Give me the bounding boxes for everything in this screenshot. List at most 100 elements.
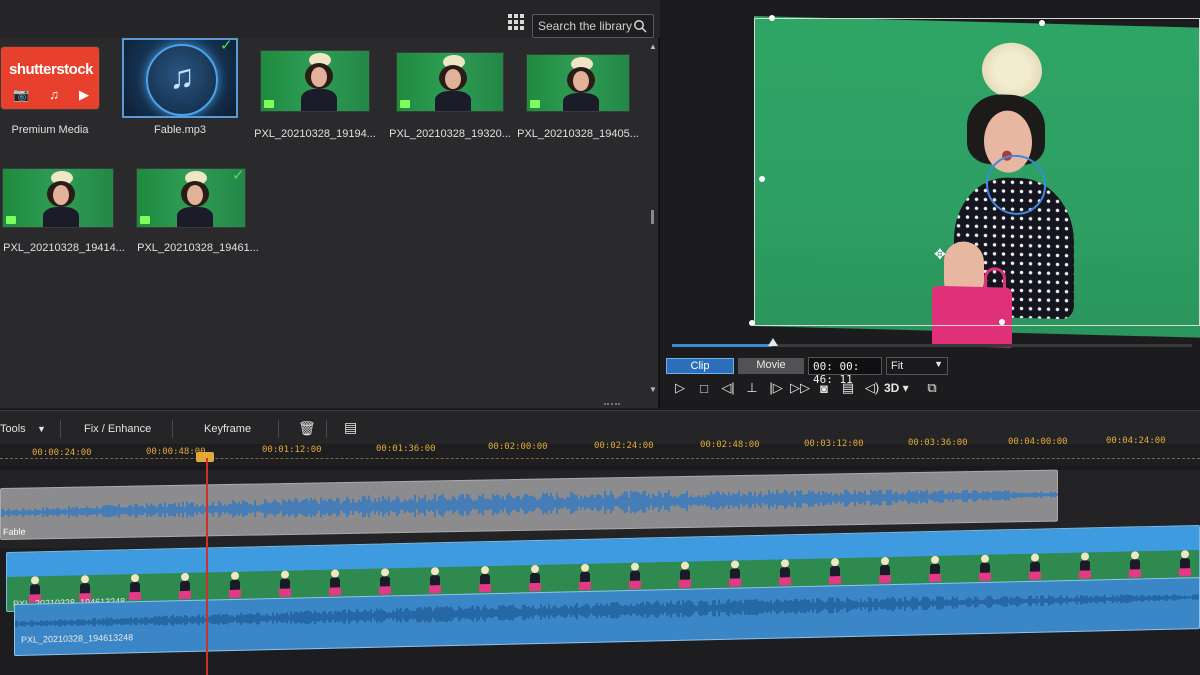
play-icon: ▶: [79, 87, 89, 102]
grid-view-icon[interactable]: [508, 14, 524, 30]
resize-handle[interactable]: [749, 320, 755, 326]
ruler-tick: 00:02:24:00: [594, 441, 654, 451]
audio-clip-label: Fable: [3, 526, 26, 537]
resize-handle[interactable]: [999, 319, 1005, 325]
person-graphic: [561, 57, 601, 111]
split-icon[interactable]: ⊥: [740, 380, 764, 396]
snapshot-camera-icon[interactable]: ◙: [812, 381, 836, 396]
library-item-label: PXL_20210328_19320...: [389, 128, 511, 140]
timeline-ruler[interactable]: 00:00:24:00 00:00:48:00 00:01:12:00 00:0…: [0, 436, 1200, 466]
playhead-line[interactable]: [206, 458, 208, 675]
resize-handle[interactable]: [759, 176, 765, 182]
stop-icon[interactable]: □: [692, 381, 716, 396]
filmstrip-frame: [179, 572, 191, 603]
edit-list-icon[interactable]: ▤: [344, 419, 357, 436]
timecode-display[interactable]: 00: 00: 46: 11: [808, 357, 882, 386]
filmstrip-frame: [929, 555, 941, 586]
filmstrip-frame: [479, 566, 491, 596]
previous-frame-icon[interactable]: ◁|: [716, 380, 740, 396]
subtitles-icon[interactable]: ▤: [836, 380, 860, 396]
library-item-label: PXL_20210328_19405...: [517, 128, 639, 140]
music-note-icon: ♫: [169, 58, 195, 96]
preview-mode-row: Clip Movie 00: 00: 46: 11 Fit ▼: [662, 356, 1200, 386]
person-graphic: [433, 55, 473, 111]
checkmark-icon: ✓: [232, 167, 245, 184]
zoom-fit-select[interactable]: Fit ▼: [886, 357, 948, 375]
undock-icon[interactable]: ⧉: [920, 380, 944, 396]
video-thumbnail: [136, 168, 246, 228]
shutterstock-thumbnail: shutterstock 📷 ♫ ▶: [0, 46, 100, 110]
video-clip-badge-icon: [400, 100, 410, 108]
filmstrip-frame: [1029, 553, 1041, 584]
ruler-tick: 00:00:24:00: [32, 448, 92, 458]
movie-mode-button[interactable]: Movie: [738, 358, 804, 374]
scroll-down-arrow-icon[interactable]: ▼: [649, 385, 657, 394]
keyframe-button[interactable]: Keyframe: [204, 423, 251, 435]
filmstrip-frame: [979, 554, 991, 585]
video-clip-badge-icon: [264, 100, 274, 108]
person-graphic: [299, 53, 339, 111]
ruler-tick: 00:02:00:00: [488, 442, 548, 452]
library-scrollbar[interactable]: ▲ ▼: [648, 40, 658, 395]
ruler-tick: 00:04:24:00: [1106, 436, 1166, 446]
media-library-panel: Search the library ▲ ▼ shutterstock 📷 ♫ …: [0, 0, 660, 408]
play-icon[interactable]: ▷: [668, 380, 692, 396]
ruler-baseline: [0, 458, 1200, 459]
filmstrip-frame: [679, 561, 691, 591]
preview-panel: ✥ Clip Movie 00: 00: 46: 11 Fit ▼ ▷ □ ◁|…: [662, 0, 1200, 400]
clip-mode-button[interactable]: Clip: [666, 358, 734, 374]
volume-icon[interactable]: ◁): [860, 380, 884, 396]
fast-forward-icon[interactable]: ▷▷: [788, 380, 812, 396]
music-note-icon: ♫: [49, 87, 59, 102]
playback-controls: ▷ □ ◁| ⊥ |▷ ▷▷ ◙ ▤ ◁) 3D ▾ ⧉: [662, 378, 1200, 398]
search-placeholder: Search the library: [538, 19, 633, 33]
filmstrip-frame: [229, 571, 241, 602]
resize-handle[interactable]: [1039, 20, 1045, 26]
filmstrip-frame: [129, 573, 141, 604]
filmstrip-frame: [779, 559, 791, 589]
library-search-input[interactable]: Search the library: [532, 14, 654, 38]
library-item-label: PXL_20210328_19194...: [254, 128, 376, 140]
3d-mode-button[interactable]: 3D ▾: [884, 381, 920, 395]
selection-frame[interactable]: [754, 18, 1200, 326]
video-clip-badge-icon: [6, 216, 16, 224]
library-item-label: Fable.mp3: [154, 124, 206, 136]
checkmark-icon: ✓: [220, 37, 233, 54]
chevron-down-icon[interactable]: ▼: [37, 424, 46, 434]
filmstrip-frame: [1179, 550, 1191, 580]
search-icon[interactable]: [633, 19, 647, 33]
toolbar-divider: [278, 420, 279, 438]
shutterstock-logo: shutterstock: [8, 61, 94, 78]
video-thumbnail: [260, 50, 370, 112]
playhead-handle[interactable]: [196, 452, 214, 462]
filmstrip-frame: [429, 567, 441, 597]
video-thumbnail: [2, 168, 114, 228]
video-thumbnail: [396, 52, 504, 112]
ruler-tick: 00:04:00:00: [1008, 437, 1068, 447]
filmstrip-frame: [629, 562, 641, 593]
resize-handle[interactable]: [769, 15, 775, 21]
ruler-tick: 00:01:36:00: [376, 444, 436, 454]
preview-scrub-progress: [672, 344, 772, 347]
camera-icon: 📷: [13, 87, 30, 102]
scrollbar-thumb[interactable]: [651, 210, 654, 224]
scroll-up-arrow-icon[interactable]: ▲: [649, 42, 657, 51]
tools-menu[interactable]: Tools: [0, 423, 26, 435]
person-graphic: [41, 171, 81, 227]
ruler-tick: 00:02:48:00: [700, 440, 760, 450]
tools-label: Tools: [0, 423, 26, 435]
filmstrip-frame: [1129, 551, 1141, 581]
next-frame-icon[interactable]: |▷: [764, 380, 788, 396]
fit-value: Fit: [891, 360, 904, 372]
preview-scrub-knob[interactable]: [768, 338, 778, 346]
library-item-label: Premium Media: [11, 124, 89, 136]
panel-resize-handle[interactable]: [604, 403, 620, 406]
fix-enhance-button[interactable]: Fix / Enhance: [84, 423, 151, 435]
library-item-label: PXL_20210328_19461...: [137, 242, 259, 254]
video-audio-clip-label: PXL_20210328_194613248: [21, 632, 134, 645]
filmstrip-frame: [729, 560, 741, 590]
trash-icon[interactable]: 🗑: [298, 420, 316, 437]
ruler-tick: 00:03:12:00: [804, 439, 864, 449]
toolbar-divider: [60, 420, 61, 438]
toolbar-divider: [172, 420, 173, 438]
